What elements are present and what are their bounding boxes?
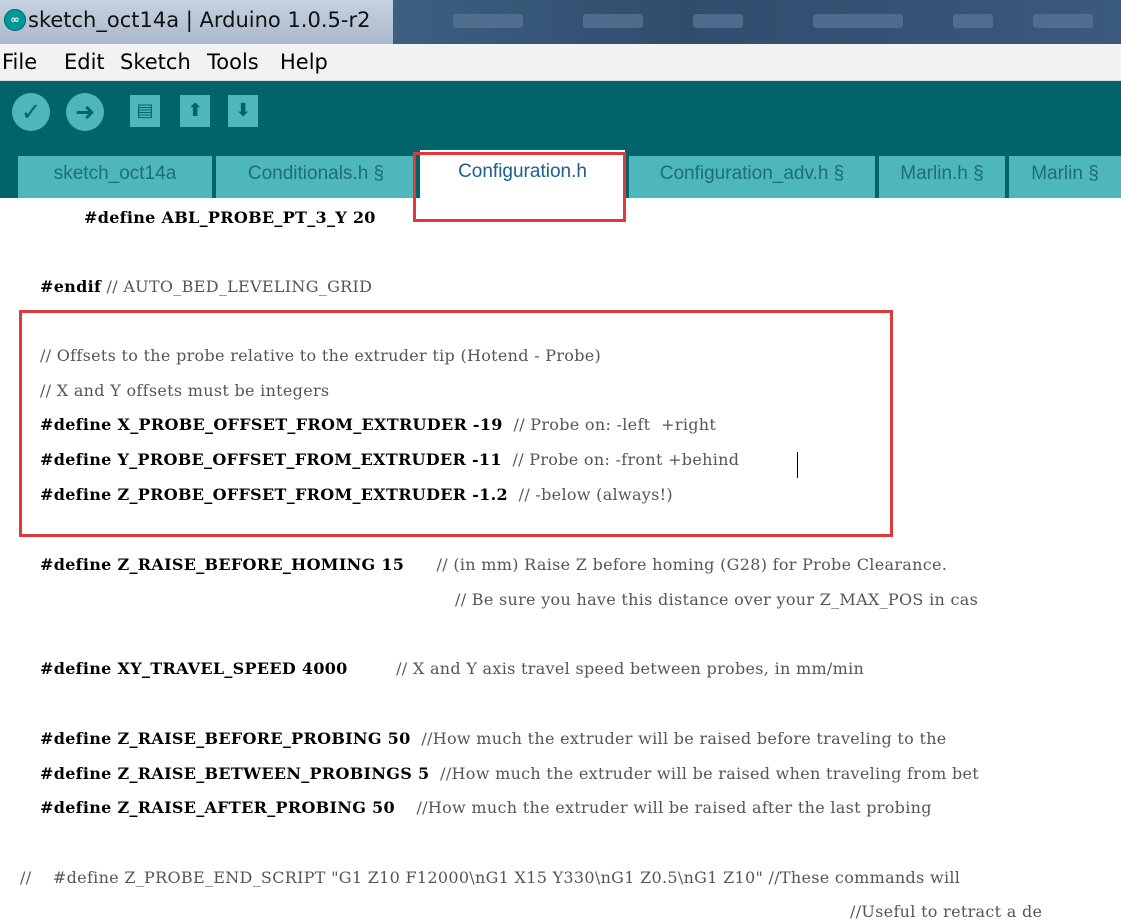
tab-conditionals-h[interactable]: Conditionals.h § bbox=[216, 156, 416, 198]
arrow-right-icon: ➜ bbox=[74, 98, 96, 126]
menu-bar: File Edit Sketch Tools Help bbox=[0, 44, 1121, 81]
code-line: #define Y_PROBE_OFFSET_FROM_EXTRUDER -11… bbox=[40, 450, 740, 469]
code-line: // X and Y offsets must be integers bbox=[40, 381, 330, 400]
verify-button[interactable]: ✓ bbox=[12, 93, 50, 131]
title-bar-decoration bbox=[953, 14, 993, 28]
menu-tools[interactable]: Tools bbox=[207, 50, 259, 74]
tab-sketch-oct14a[interactable]: sketch_oct14a bbox=[18, 156, 212, 198]
code-line: #define Z_RAISE_BEFORE_PROBING 50 //How … bbox=[40, 729, 947, 748]
code-line: // #define Z_PROBE_END_SCRIPT "G1 Z10 F1… bbox=[20, 868, 961, 887]
code-line: #define X_PROBE_OFFSET_FROM_EXTRUDER -19… bbox=[40, 415, 717, 434]
menu-help[interactable]: Help bbox=[280, 50, 328, 74]
code-line: // Be sure you have this distance over y… bbox=[455, 590, 979, 609]
arrow-up-icon: ⬆ bbox=[187, 100, 203, 121]
checkmark-icon: ✓ bbox=[20, 98, 42, 126]
code-line: // Offsets to the probe relative to the … bbox=[40, 346, 602, 365]
code-line: //Useful to retract a de bbox=[850, 902, 1043, 921]
title-bar-background bbox=[393, 0, 1121, 44]
title-bar-decoration bbox=[813, 14, 903, 28]
title-bar: ∞ sketch_oct14a | Arduino 1.0.5-r2 bbox=[0, 0, 1121, 44]
code-line: #define ABL_PROBE_PT_3_Y 20 bbox=[84, 208, 376, 227]
menu-edit[interactable]: Edit bbox=[64, 50, 105, 74]
new-button[interactable]: ▤ bbox=[130, 95, 160, 127]
menu-file[interactable]: File bbox=[2, 50, 37, 74]
title-bar-decoration bbox=[1033, 14, 1093, 28]
text-cursor bbox=[797, 452, 798, 478]
toolbar: ✓ ➜ ▤ ⬆ ⬇ bbox=[0, 81, 1121, 146]
tab-marlin-h[interactable]: Marlin.h § bbox=[879, 156, 1005, 198]
code-line: #define XY_TRAVEL_SPEED 4000 // X and Y … bbox=[40, 659, 865, 678]
arrow-down-icon: ⬇ bbox=[235, 100, 251, 121]
code-line: #define Z_RAISE_BEFORE_HOMING 15 // (in … bbox=[40, 555, 948, 574]
tab-marlin[interactable]: Marlin § bbox=[1009, 156, 1121, 198]
title-bar-decoration bbox=[693, 14, 743, 28]
save-button[interactable]: ⬇ bbox=[228, 95, 258, 127]
window-title: sketch_oct14a | Arduino 1.0.5-r2 bbox=[28, 8, 371, 32]
arduino-logo-icon: ∞ bbox=[4, 9, 26, 31]
title-bar-decoration bbox=[453, 14, 523, 28]
title-bar-decoration bbox=[583, 14, 643, 28]
code-line: #define Z_RAISE_BETWEEN_PROBINGS 5 //How… bbox=[40, 764, 980, 783]
code-line: #define Z_PROBE_OFFSET_FROM_EXTRUDER -1.… bbox=[40, 485, 673, 504]
tab-highlight-box bbox=[413, 152, 626, 222]
upload-button[interactable]: ➜ bbox=[66, 93, 104, 131]
tab-configuration-adv-h[interactable]: Configuration_adv.h § bbox=[629, 156, 875, 198]
open-button[interactable]: ⬆ bbox=[180, 95, 210, 127]
document-icon: ▤ bbox=[136, 100, 154, 121]
menu-sketch[interactable]: Sketch bbox=[120, 50, 191, 74]
code-line: #define Z_RAISE_AFTER_PROBING 50 //How m… bbox=[40, 798, 932, 817]
code-line: #endif // AUTO_BED_LEVELING_GRID bbox=[40, 277, 373, 296]
